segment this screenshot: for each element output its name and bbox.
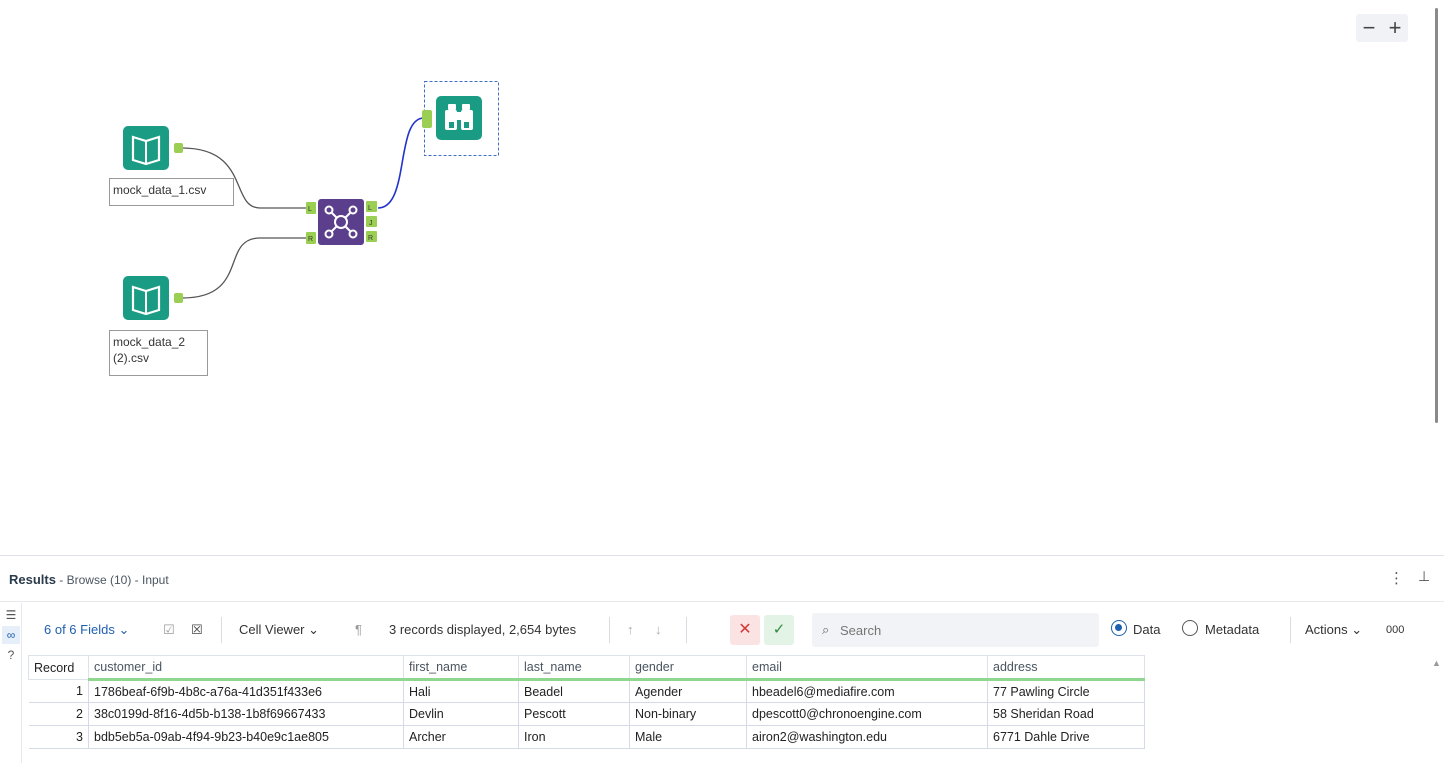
records-summary: 3 records displayed, 2,654 bytes	[389, 622, 577, 637]
results-left-rail: ☰ ∞ ?	[0, 603, 22, 763]
cell-customer-id[interactable]: 1786beaf-6f9b-4b8c-a76a-41d351f433e6	[88, 679, 404, 703]
tool-label-text: mock_data_1.csv	[113, 183, 207, 197]
results-toolbar: 6 of 6 Fields ⌄ ☑ ☒ Cell Viewer ⌄ ¶ 3 re…	[22, 603, 1442, 655]
results-title-text: Results	[9, 572, 56, 587]
table-scroll-up-icon[interactable]: ▲	[1432, 658, 1441, 668]
input-tool-1[interactable]	[123, 126, 183, 170]
cell-record[interactable]: 2	[28, 702, 89, 726]
cell-email[interactable]: dpescott0@chronoengine.com	[746, 702, 988, 726]
column-header-record[interactable]: Record	[28, 655, 89, 680]
cell-email[interactable]: hbeadel6@mediafire.com	[746, 679, 988, 703]
cell-address[interactable]: 6771 Dahle Drive	[987, 725, 1145, 749]
cancel-filter-button[interactable]: ✕	[730, 615, 760, 645]
data-radio-label: Data	[1133, 622, 1161, 637]
input-tool-2[interactable]	[123, 276, 183, 320]
cell-first-name[interactable]: Hali	[403, 679, 519, 703]
arrow-up-icon[interactable]: ↑	[627, 622, 634, 637]
more-options-icon[interactable]: ⋮	[1389, 569, 1404, 587]
arrow-down-icon[interactable]: ↓	[655, 622, 662, 637]
metadata-radio[interactable]	[1182, 620, 1198, 636]
search-input[interactable]	[840, 621, 1090, 639]
workflow-diagram: L R L J R	[123, 81, 499, 320]
table-row[interactable]: 3 bdb5eb5a-09ab-4f94-9b23-b40e9c1ae805 A…	[28, 725, 1145, 749]
cell-email[interactable]: airon2@washington.edu	[746, 725, 988, 749]
input-tool-1-label: mock_data_1.csv	[109, 178, 234, 206]
results-header: Results - Browse (10) - Input ⋮ ⊥	[0, 556, 1444, 602]
apply-filter-button[interactable]: ✓	[764, 615, 794, 645]
cell-record[interactable]: 1	[28, 679, 89, 703]
column-header-customer-id[interactable]: customer_id	[88, 655, 404, 681]
search-box[interactable]: ⌕	[812, 613, 1099, 647]
actions-label: Actions	[1305, 622, 1348, 637]
svg-text:J: J	[369, 220, 373, 227]
results-title: Results - Browse (10) - Input	[9, 572, 169, 587]
more-toolbar-button[interactable]: 000	[1386, 624, 1404, 636]
fields-dropdown[interactable]: 6 of 6 Fields ⌄	[44, 622, 129, 638]
column-header-gender[interactable]: gender	[629, 655, 747, 681]
data-radio[interactable]	[1111, 620, 1127, 636]
toolbar-divider	[221, 617, 222, 643]
cell-customer-id[interactable]: 38c0199d-8f16-4d5b-b138-1b8f69667433	[88, 702, 404, 726]
connection-input2-join[interactable]	[181, 237, 306, 299]
pin-icon[interactable]: ⊥	[1418, 568, 1430, 585]
join-tool[interactable]: L R L J R	[306, 199, 377, 245]
chevron-down-icon: ⌄	[308, 622, 320, 637]
fields-label: 6 of 6 Fields	[44, 622, 115, 637]
check-icon: ✓	[772, 621, 786, 638]
cell-first-name[interactable]: Devlin	[403, 702, 519, 726]
deselect-checkbox-icon[interactable]: ☒	[191, 622, 203, 638]
help-icon[interactable]: ?	[2, 646, 20, 664]
input-anchor	[422, 110, 432, 128]
cell-first-name[interactable]: Archer	[403, 725, 519, 749]
cell-last-name[interactable]: Beadel	[518, 679, 630, 703]
connection-join-browse[interactable]	[377, 117, 425, 209]
table-row[interactable]: 2 38c0199d-8f16-4d5b-b138-1b8f69667433 D…	[28, 702, 1145, 726]
output-anchor	[174, 143, 183, 153]
column-header-last-name[interactable]: last_name	[518, 655, 630, 681]
cell-last-name[interactable]: Pescott	[518, 702, 630, 726]
cell-gender[interactable]: Non-binary	[629, 702, 747, 726]
results-table: Record customer_id first_name last_name …	[28, 655, 1145, 749]
tool-label-text-line1: mock_data_2	[113, 335, 186, 349]
list-icon[interactable]: ☰	[2, 606, 20, 624]
svg-text:L: L	[308, 206, 312, 213]
column-header-email[interactable]: email	[746, 655, 988, 681]
select-all-checkbox-icon[interactable]: ☑	[163, 622, 175, 638]
cell-record[interactable]: 3	[28, 725, 89, 749]
cell-address[interactable]: 77 Pawling Circle	[987, 679, 1145, 703]
column-header-first-name[interactable]: first_name	[403, 655, 519, 681]
browse-tool[interactable]	[422, 81, 499, 156]
cell-viewer-dropdown[interactable]: Cell Viewer ⌄	[239, 622, 319, 638]
workflow-canvas[interactable]: − + L R L J R mock_data_1.csv mock_data_…	[0, 0, 1444, 555]
column-header-address[interactable]: address	[987, 655, 1145, 681]
table-row[interactable]: 1 1786beaf-6f9b-4b8c-a76a-41d351f433e6 H…	[28, 679, 1145, 703]
table-header-row: Record customer_id first_name last_name …	[28, 655, 1145, 681]
input-tool-2-label: mock_data_2 (2).csv	[109, 330, 208, 376]
svg-text:R: R	[368, 235, 373, 242]
svg-text:L: L	[368, 205, 372, 212]
cell-address[interactable]: 58 Sheridan Road	[987, 702, 1145, 726]
cell-last-name[interactable]: Iron	[518, 725, 630, 749]
cell-customer-id[interactable]: bdb5eb5a-09ab-4f94-9b23-b40e9c1ae805	[88, 725, 404, 749]
results-subtitle: - Browse (10) - Input	[55, 573, 169, 587]
binoculars-icon[interactable]: ∞	[2, 626, 20, 644]
cell-gender[interactable]: Male	[629, 725, 747, 749]
metadata-radio-label: Metadata	[1205, 622, 1260, 637]
toolbar-divider	[609, 617, 610, 643]
pilcrow-icon[interactable]: ¶	[355, 622, 362, 637]
svg-text:R: R	[308, 236, 313, 243]
tool-label-text-line2: (2).csv	[113, 351, 149, 365]
chevron-down-icon: ⌄	[1351, 622, 1363, 637]
chevron-down-icon: ⌄	[118, 622, 130, 637]
cell-viewer-label: Cell Viewer	[239, 622, 305, 637]
toolbar-divider	[1290, 617, 1291, 643]
search-icon: ⌕	[822, 622, 830, 637]
toolbar-divider	[686, 617, 687, 643]
close-icon: ✕	[738, 621, 752, 638]
actions-dropdown[interactable]: Actions ⌄	[1305, 622, 1362, 638]
cell-gender[interactable]: Agender	[629, 679, 747, 703]
output-anchor	[174, 293, 183, 303]
